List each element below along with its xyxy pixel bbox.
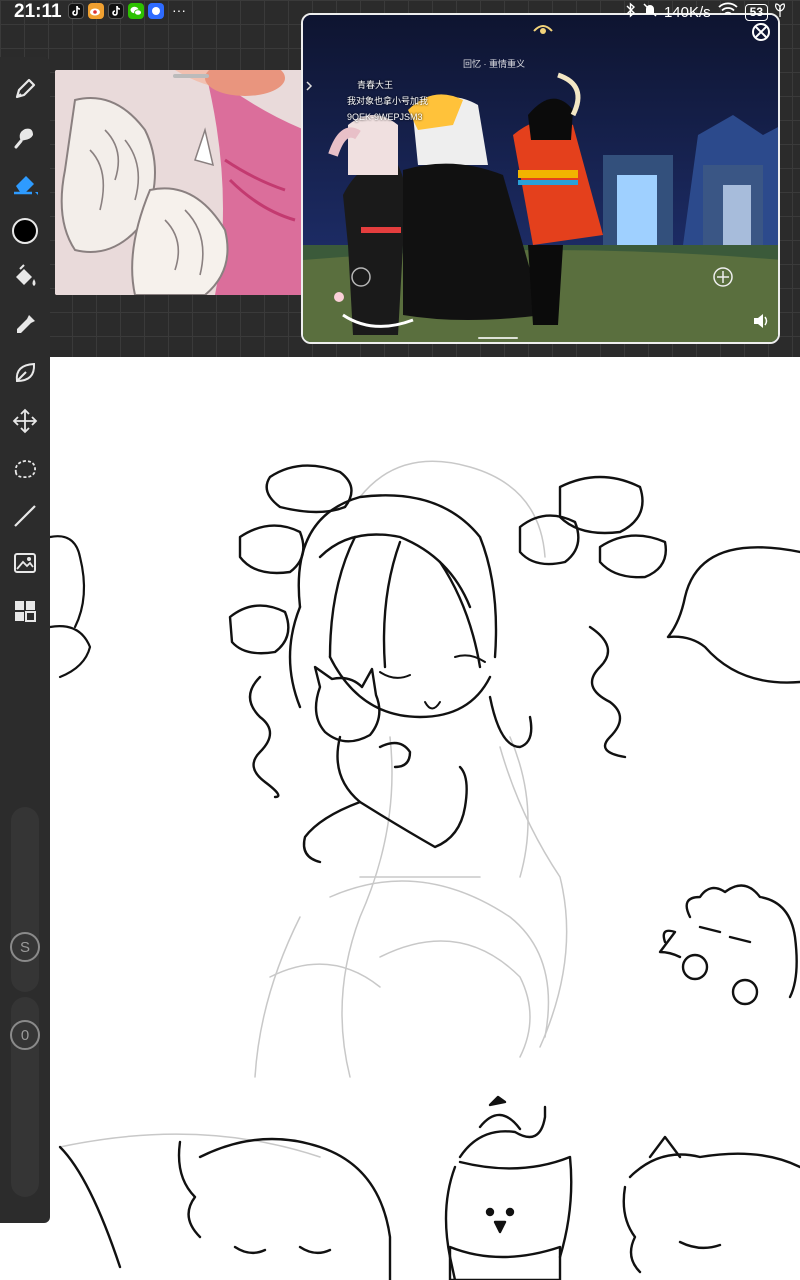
paint-bucket-icon	[16, 264, 36, 286]
layers-button[interactable]	[7, 593, 43, 629]
eyedropper-icon	[17, 315, 35, 333]
volume-icon[interactable]	[752, 313, 770, 334]
status-time: 21:11	[14, 1, 62, 22]
image-icon	[14, 553, 36, 573]
tiktok-icon	[108, 3, 124, 19]
opacity-label[interactable]: 0	[10, 1020, 40, 1050]
move-arrows-icon	[12, 408, 38, 434]
chat-line: 9QEK-9WEPJSM3	[347, 112, 423, 122]
liquify-tool-button[interactable]	[7, 355, 43, 391]
wifi-icon	[717, 2, 739, 22]
battery-indicator: 53	[744, 3, 768, 21]
video-frame	[303, 15, 778, 342]
status-app-icons: ···	[68, 3, 186, 19]
creature-sketch	[658, 884, 798, 1006]
smudge-tool-button[interactable]	[7, 119, 43, 155]
leaf-icon	[774, 2, 786, 22]
selection-tool-button[interactable]	[7, 451, 43, 487]
line-tool-button[interactable]	[7, 498, 43, 534]
lasso-icon	[14, 460, 36, 479]
speech-bubble	[666, 546, 800, 684]
sketch-guidelines	[59, 460, 568, 1158]
color-picker-button[interactable]	[7, 213, 43, 249]
eraser-tool-button[interactable]	[7, 165, 43, 201]
smudge-icon	[14, 128, 33, 149]
status-right-group: 140K/s 53	[626, 2, 786, 22]
status-more-indicator: ···	[172, 2, 186, 18]
video-overlay-label: 回忆 · 重情重义	[463, 59, 525, 69]
line-icon	[14, 505, 36, 527]
close-video-icon[interactable]	[750, 21, 772, 43]
eyedropper-tool-button[interactable]	[7, 307, 43, 343]
pen-icon	[15, 78, 36, 99]
current-color-swatch	[12, 218, 38, 244]
drawing-canvas[interactable]	[0, 357, 800, 1280]
layers-grid-icon	[15, 601, 36, 622]
brush-tool-button[interactable]	[7, 71, 43, 107]
panel-drag-handle[interactable]	[173, 74, 209, 78]
left-partial-sketch	[48, 535, 92, 679]
chat-line: 青春大王	[357, 80, 394, 90]
network-speed: 140K/s	[663, 3, 711, 21]
mute-bell-icon	[642, 2, 658, 22]
video-progress-bar[interactable]	[478, 337, 518, 339]
video-chat-overlay: 青春大王 我对象也拿小号加我 9QEK-9WEPJSM3	[347, 77, 428, 125]
canvas-artwork	[48, 460, 800, 1280]
bottom-row-sketches	[58, 1095, 800, 1280]
status-bar: 21:11 ··· 140K/s 53	[0, 0, 800, 24]
weibo-icon	[88, 3, 104, 19]
reference-illustration	[55, 70, 305, 295]
transform-tool-button[interactable]	[7, 403, 43, 439]
reference-image-panel[interactable]	[55, 70, 305, 295]
eraser-icon	[14, 176, 38, 195]
bluetooth-icon	[626, 2, 636, 22]
leaf-shape-icon	[15, 362, 36, 383]
expand-handle-icon[interactable]	[305, 79, 313, 98]
tool-sidebar: S 0	[0, 57, 50, 1223]
tiktok-icon	[68, 3, 84, 19]
brush-size-slider[interactable]	[11, 807, 39, 992]
fill-tool-button[interactable]	[7, 259, 43, 295]
floating-video-window[interactable]: 青春大王 我对象也拿小号加我 9QEK-9WEPJSM3 回忆 · 重情重义	[301, 13, 780, 344]
girl-sketch	[228, 464, 667, 864]
chat-line: 我对象也拿小号加我	[347, 96, 429, 106]
qq-browser-icon	[148, 3, 164, 19]
brush-size-label[interactable]: S	[10, 932, 40, 962]
wechat-icon	[128, 3, 144, 19]
import-image-button[interactable]	[7, 545, 43, 581]
